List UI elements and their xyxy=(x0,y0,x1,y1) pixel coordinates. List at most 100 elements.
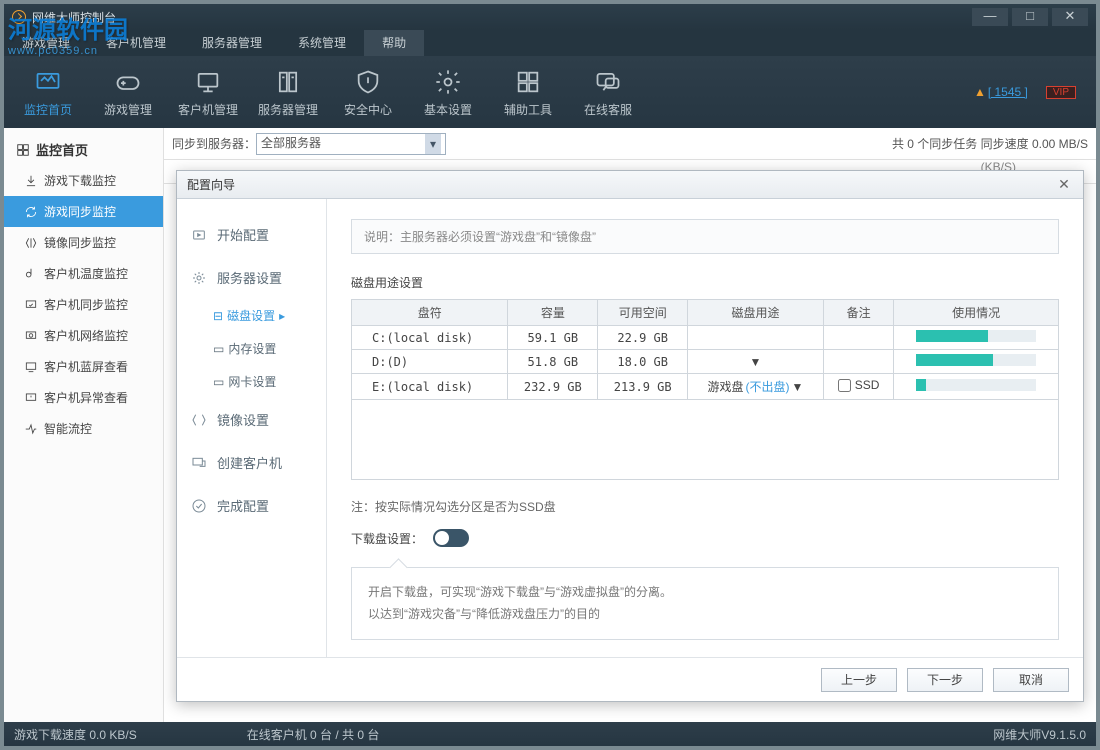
substep-memory[interactable]: ▭内存设置 xyxy=(177,332,326,365)
gear-icon xyxy=(433,67,463,97)
sidebar-item-network[interactable]: 客户机网络监控 xyxy=(4,320,163,351)
main-area: 同步到服务器： 全部服务器▾ 共 0 个同步任务 同步速度 0.00 MB/S … xyxy=(164,128,1096,722)
download-disk-toggle[interactable] xyxy=(433,529,469,547)
config-wizard-dialog: 配置向导 ✕ 开始配置 服务器设置 ⊟磁盘设置▸ ▭内存设置 ▭网卡设置 镜像设… xyxy=(176,170,1084,702)
check-icon xyxy=(191,498,207,514)
watermark: 河源软件园 www.pc0359.cn xyxy=(8,10,128,57)
sync-status: 共 0 个同步任务 同步速度 0.00 MB/S xyxy=(892,135,1088,152)
sync-icon xyxy=(24,205,38,219)
gear-icon xyxy=(191,270,207,286)
nic-icon: ▭ xyxy=(213,375,224,389)
vip-badge: VIP xyxy=(1046,86,1076,99)
memory-icon: ▭ xyxy=(213,342,224,356)
prev-button[interactable]: 上一步 xyxy=(821,668,897,692)
chevron-right-icon: ▸ xyxy=(279,309,285,323)
usage-bar xyxy=(916,379,1036,391)
sidebar-item-exception[interactable]: 客户机异常查看 xyxy=(4,382,163,413)
sync2-icon xyxy=(24,298,38,312)
status-clients: 在线客户机 0 台 / 共 0 台 xyxy=(247,726,380,743)
mirror-icon xyxy=(24,236,38,250)
usage-bar xyxy=(916,330,1036,342)
sidebar-item-download[interactable]: 游戏下载监控 xyxy=(4,165,163,196)
step-mirror[interactable]: 镜像设置 xyxy=(177,398,326,441)
dialog-header[interactable]: 配置向导 ✕ xyxy=(177,171,1083,199)
dialog-footer: 上一步 下一步 取消 xyxy=(177,657,1083,701)
tool-support[interactable]: 在线客服 xyxy=(568,58,648,126)
status-version: 网维大师V9.1.5.0 xyxy=(993,726,1086,743)
tooltip-box: 开启下载盘，可实现“游戏下载盘”与“游戏虚拟盘”的分离。 以达到“游戏灾备”与“… xyxy=(351,567,1059,640)
network-icon xyxy=(24,329,38,343)
dialog-close-button[interactable]: ✕ xyxy=(1055,176,1073,193)
statusbar: 游戏下载速度 0.0 KB/S 在线客户机 0 台 / 共 0 台 网维大师V9… xyxy=(4,722,1096,746)
dashboard-icon xyxy=(16,143,30,157)
screen-icon xyxy=(24,360,38,374)
wizard-steps: 开始配置 服务器设置 ⊟磁盘设置▸ ▭内存设置 ▭网卡设置 镜像设置 创建客户机… xyxy=(177,199,327,657)
minimize-button[interactable]: — xyxy=(972,8,1008,26)
disk-section-title: 磁盘用途设置 xyxy=(351,274,1059,291)
chat-icon xyxy=(593,67,623,97)
use-dropdown[interactable]: 游戏盘(不出盘) ▼ xyxy=(708,378,804,395)
step-server[interactable]: 服务器设置 xyxy=(177,256,326,299)
tool-game[interactable]: 游戏管理 xyxy=(88,58,168,126)
menu-server[interactable]: 服务器管理 xyxy=(184,30,280,56)
tool-monitor[interactable]: 监控首页 xyxy=(8,58,88,126)
monitor-icon xyxy=(33,67,63,97)
ssd-note: 注：按实际情况勾选分区是否为SSD盘 xyxy=(351,498,1059,515)
usage-bar xyxy=(916,354,1036,366)
tool-client[interactable]: 客户机管理 xyxy=(168,58,248,126)
cancel-button[interactable]: 取消 xyxy=(993,668,1069,692)
step-finish[interactable]: 完成配置 xyxy=(177,484,326,527)
tool-security[interactable]: 安全中心 xyxy=(328,58,408,126)
gamepad-icon xyxy=(113,67,143,97)
sidebar-item-flow[interactable]: 智能流控 xyxy=(4,413,163,444)
table-row[interactable]: E:(local disk)232.9 GB213.9 GB 游戏盘(不出盘) … xyxy=(352,374,1059,400)
dialog-title: 配置向导 xyxy=(187,176,235,193)
toolbar: 监控首页 游戏管理 客户机管理 服务器管理 安全中心 基本设置 辅助工具 在线客… xyxy=(4,56,1096,128)
warning-count-link[interactable]: [ 1545 ] xyxy=(988,85,1028,99)
sidebar-item-bluescreen[interactable]: 客户机蓝屏查看 xyxy=(4,351,163,382)
app-window: 网维大师控制台 — □ ✕ 游戏管理 客户机管理 服务器管理 系统管理 帮助 监… xyxy=(4,4,1096,746)
tool-aux[interactable]: 辅助工具 xyxy=(488,58,568,126)
computer-icon xyxy=(193,67,223,97)
download-icon xyxy=(24,174,38,188)
menu-help[interactable]: 帮助 xyxy=(364,30,424,56)
flow-icon xyxy=(24,422,38,436)
wizard-content: 说明：主服务器必须设置“游戏盘”和“镜像盘” 磁盘用途设置 盘符容量可用空间磁盘… xyxy=(327,199,1083,657)
table-header-row: 盘符容量可用空间磁盘用途备注使用情况 xyxy=(352,300,1059,326)
disk-table: 盘符容量可用空间磁盘用途备注使用情况 C:(local disk)59.1 GB… xyxy=(351,299,1059,400)
download-disk-label: 下载盘设置： xyxy=(351,530,423,547)
use-dropdown[interactable]: ▼ xyxy=(750,355,762,369)
table-row[interactable]: C:(local disk)59.1 GB22.9 GB xyxy=(352,326,1059,350)
sidebar: 监控首页 游戏下载监控 游戏同步监控 镜像同步监控 客户机温度监控 客户机同步监… xyxy=(4,128,164,722)
error-icon xyxy=(24,391,38,405)
substep-nic[interactable]: ▭网卡设置 xyxy=(177,365,326,398)
table-empty-area xyxy=(351,400,1059,480)
table-row[interactable]: D:(D)51.8 GB18.0 GB ▼ xyxy=(352,350,1059,374)
step-client[interactable]: 创建客户机 xyxy=(177,441,326,484)
menubar: 游戏管理 客户机管理 服务器管理 系统管理 帮助 xyxy=(4,30,1096,56)
server-select[interactable]: 全部服务器▾ xyxy=(256,133,446,155)
start-icon xyxy=(191,227,207,243)
sidebar-item-clientsync[interactable]: 客户机同步监控 xyxy=(4,289,163,320)
substep-disk[interactable]: ⊟磁盘设置▸ xyxy=(177,299,326,332)
client-icon xyxy=(191,455,207,471)
grid-icon xyxy=(513,67,543,97)
step-start[interactable]: 开始配置 xyxy=(177,213,326,256)
server-icon xyxy=(273,67,303,97)
close-button[interactable]: ✕ xyxy=(1052,8,1088,26)
titlebar: 网维大师控制台 — □ ✕ xyxy=(4,4,1096,30)
info-note: 说明：主服务器必须设置“游戏盘”和“镜像盘” xyxy=(351,219,1059,254)
maximize-button[interactable]: □ xyxy=(1012,8,1048,26)
next-button[interactable]: 下一步 xyxy=(907,668,983,692)
tool-settings[interactable]: 基本设置 xyxy=(408,58,488,126)
tool-server[interactable]: 服务器管理 xyxy=(248,58,328,126)
sidebar-item-gamesync[interactable]: 游戏同步监控 xyxy=(4,196,163,227)
ssd-checkbox[interactable]: SSD xyxy=(838,378,880,392)
sidebar-item-mirrorsync[interactable]: 镜像同步监控 xyxy=(4,227,163,258)
menu-system[interactable]: 系统管理 xyxy=(280,30,364,56)
sidebar-item-temp[interactable]: 客户机温度监控 xyxy=(4,258,163,289)
dropdown-arrow-icon: ▾ xyxy=(425,134,441,154)
warning-icon: ▲ xyxy=(974,85,986,99)
sidebar-header: 监控首页 xyxy=(4,134,163,165)
mirror-icon xyxy=(191,412,207,428)
